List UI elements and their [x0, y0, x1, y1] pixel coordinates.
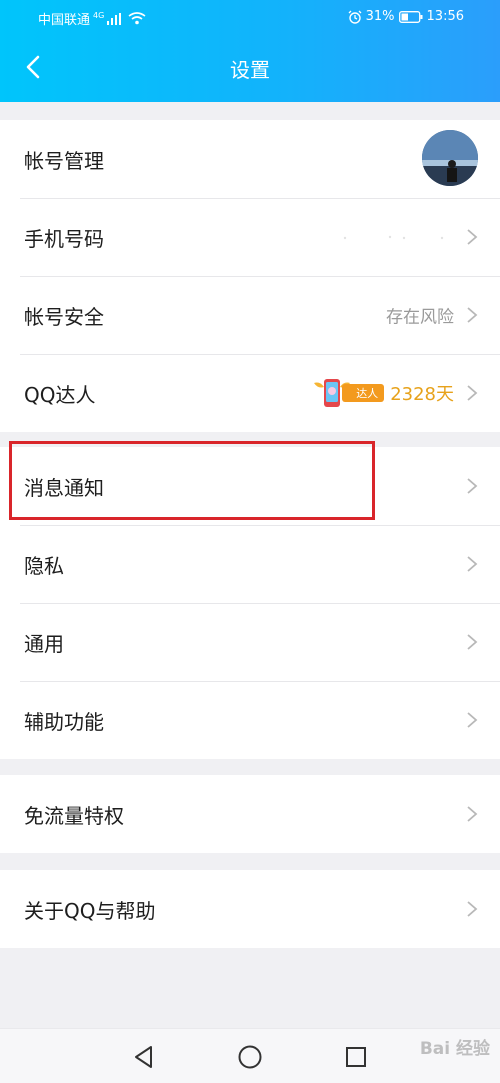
notifications-row[interactable]: 消息通知 — [0, 447, 500, 525]
accessibility-label: 辅助功能 — [24, 709, 104, 734]
back-triangle-icon[interactable] — [131, 1044, 157, 1070]
battery-icon — [398, 10, 423, 23]
phone-number-label: 手机号码 — [24, 226, 104, 251]
privacy-row[interactable]: 隐私 — [0, 525, 500, 603]
account-management-label: 帐号管理 — [24, 148, 104, 173]
expert-days: 2328天 — [390, 384, 454, 405]
phone-number-mask — [343, 235, 444, 240]
about-group: 关于QQ与帮助 — [0, 870, 500, 948]
about-help-row[interactable]: 关于QQ与帮助 — [0, 870, 500, 948]
chevron-right-icon — [467, 229, 478, 245]
qq-expert-row[interactable]: QQ达人 达人 2328天 — [0, 354, 500, 432]
security-risk-value: 存在风险 — [386, 307, 454, 328]
qq-expert-badge: 达人 2328天 — [312, 378, 454, 408]
page-title: 设置 — [230, 58, 270, 82]
home-circle-icon[interactable] — [237, 1044, 263, 1070]
clock-text: 13:56 — [426, 9, 464, 24]
avatar-image — [422, 130, 478, 186]
phone-number-row[interactable]: 手机号码 — [0, 198, 500, 276]
header: 中国联通 4G 31% 13:56 设置 — [0, 0, 500, 102]
wifi-icon — [128, 12, 146, 25]
qq-expert-label: QQ达人 — [24, 382, 96, 407]
chevron-right-icon — [467, 901, 478, 917]
chevron-right-icon — [467, 556, 478, 572]
battery-percent: 31% — [365, 9, 395, 24]
general-row[interactable]: 通用 — [0, 603, 500, 681]
account-management-row[interactable]: 帐号管理 — [0, 120, 500, 198]
chevron-right-icon — [467, 806, 478, 822]
alarm-icon — [348, 10, 362, 24]
account-security-label: 帐号安全 — [24, 304, 104, 329]
accessibility-row[interactable]: 辅助功能 — [0, 681, 500, 759]
status-bar: 中国联通 4G 31% 13:56 — [0, 0, 500, 34]
privacy-label: 隐私 — [24, 553, 64, 578]
free-data-label: 免流量特权 — [24, 803, 124, 828]
avatar[interactable] — [422, 130, 478, 186]
chevron-right-icon — [467, 385, 478, 401]
chevron-right-icon — [467, 478, 478, 494]
carrier-text: 中国联通 — [38, 13, 91, 28]
watermark: Bai 经验 — [419, 1039, 490, 1059]
account-security-row[interactable]: 帐号安全 存在风险 — [0, 276, 500, 354]
notifications-label: 消息通知 — [24, 475, 104, 500]
chevron-right-icon — [467, 634, 478, 650]
chevron-right-icon — [467, 712, 478, 728]
chevron-right-icon — [467, 307, 478, 323]
general-label: 通用 — [24, 631, 64, 656]
free-data-group: 免流量特权 — [0, 775, 500, 853]
free-data-row[interactable]: 免流量特权 — [0, 775, 500, 853]
signal-icon — [107, 12, 122, 25]
network-type: 4G — [93, 11, 105, 20]
about-help-label: 关于QQ与帮助 — [24, 898, 156, 923]
expert-badge-tag: 达人 — [342, 384, 385, 402]
status-left: 中国联通 4G — [38, 9, 146, 28]
account-group: 帐号管理 手机号码 帐号安全 存在风险 QQ达人 达人 2328天 — [0, 120, 500, 432]
nav-bar: 设置 — [0, 40, 500, 96]
settings-group: 消息通知 隐私 通用 辅助功能 — [0, 447, 500, 759]
status-right: 31% 13:56 — [348, 9, 464, 24]
expert-badge-pill: 达人 — [312, 378, 385, 408]
recents-square-icon[interactable] — [343, 1044, 369, 1070]
